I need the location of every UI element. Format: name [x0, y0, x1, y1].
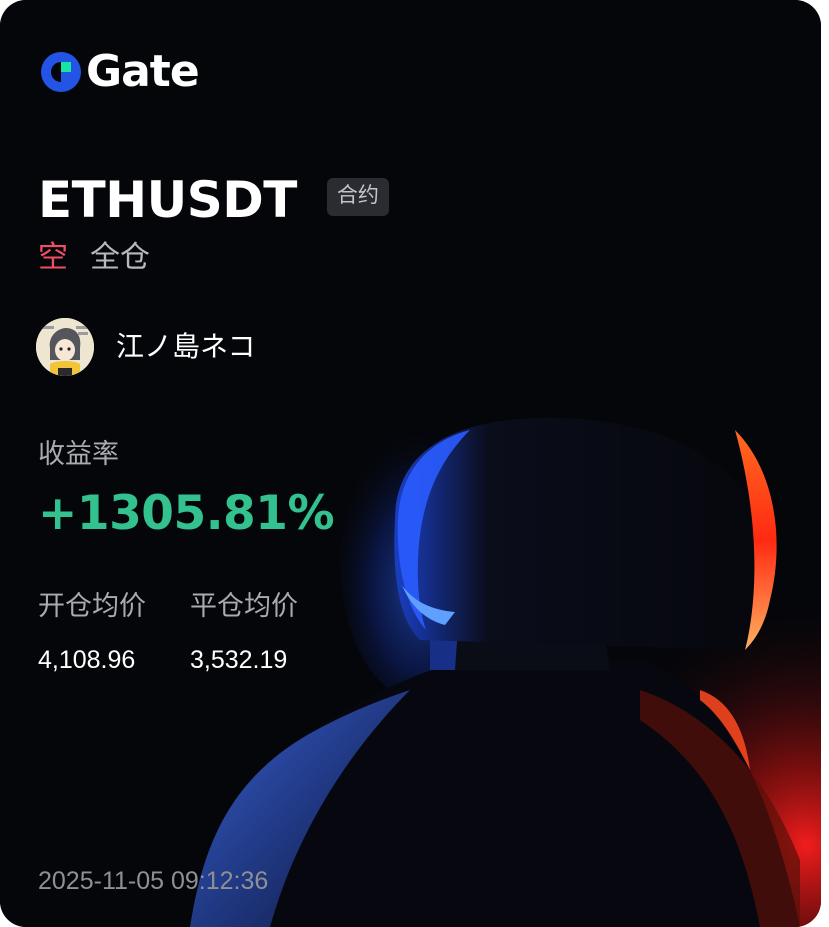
pair-row: ETHUSDT 合约 [38, 170, 389, 230]
username: 江ノ島ネコ [116, 331, 256, 362]
close-price-value: 3,532.19 [190, 646, 288, 674]
open-price-value: 4,108.96 [38, 646, 136, 674]
user-row: 江ノ島ネコ [36, 318, 255, 376]
gate-logo-icon [41, 52, 81, 92]
timestamp: 2025-11-05 09:12:36 [38, 867, 269, 895]
avatar [36, 318, 94, 376]
roi-value: +1305.81% [38, 486, 335, 541]
share-card: Gate ETHUSDT 合约 空 全仓 江ノ島ネコ 收益率 +1305.81%… [0, 0, 821, 927]
avatar-image [36, 318, 94, 376]
open-price-label: 开仓均价 [38, 591, 146, 621]
trading-pair: ETHUSDT [38, 171, 297, 229]
brand-logo: Gate [38, 46, 200, 97]
open-price-block: 开仓均价 4,108.96 [38, 588, 146, 678]
margin-mode: 全仓 [90, 241, 150, 274]
position-direction: 空 [38, 241, 68, 274]
contract-badge: 合约 [326, 178, 389, 216]
roi-label: 收益率 [38, 439, 119, 469]
position-side-row: 空 全仓 [38, 238, 150, 278]
background-illustration [0, 0, 821, 927]
brand-name: Gate [86, 46, 200, 97]
close-price-label: 平仓均价 [190, 591, 298, 621]
close-price-block: 平仓均价 3,532.19 [190, 588, 298, 678]
